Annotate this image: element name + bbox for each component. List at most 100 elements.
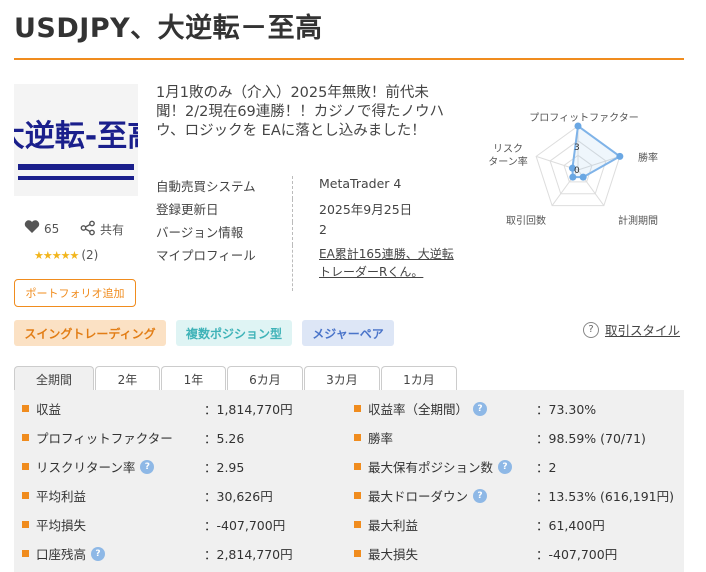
radar-chart: プロフィットファクター 勝率 計測期間 取引回数 リスク ターン率 3 0 [488, 112, 658, 227]
radar-scale-max: 3 [574, 143, 580, 153]
stat-value: ：98.59% (70/71) [536, 431, 646, 446]
info-label-profile: マイプロフィール [156, 248, 256, 263]
help-icon[interactable]: ? [91, 546, 106, 561]
stat-label: 最大利益 [368, 518, 419, 533]
help-icon[interactable]: ? [498, 459, 513, 474]
period-tabs: 全期間 2年 1年 6カ月 3カ月 1カ月 [14, 366, 458, 391]
bullet-icon [22, 550, 29, 557]
bullet-icon [354, 463, 361, 470]
bullet-icon [354, 405, 361, 412]
stat-value: ：2,814,770円 [204, 547, 293, 562]
bullet-icon [22, 463, 29, 470]
stat-row: 勝率 ：98.59% (70/71) [354, 423, 674, 452]
stat-row: リスクリターン率? ：2.95 [22, 452, 342, 481]
profile-link-line2[interactable]: トレーダーRくん。 [319, 265, 423, 279]
stat-row: 口座残高? ：2,814,770円 [22, 539, 342, 568]
page-title: USDJPY、大逆転－至高 [14, 13, 323, 44]
stat-row: 最大保有ポジション数? ：2 [354, 452, 674, 481]
stat-value: ：61,400円 [536, 518, 605, 533]
question-icon: ? [583, 321, 599, 338]
stats-left-column: 収益 ：1,814,770円プロフィットファクター ：5.26 リスクリターン率? ：2… [22, 394, 342, 568]
tab-1-year[interactable]: 1年 [161, 366, 226, 391]
stats-panel: 収益 ：1,814,770円プロフィットファクター ：5.26 リスクリターン率? ：2… [14, 390, 684, 572]
info-label-system: 自動売買システム [156, 179, 256, 194]
stat-row: 最大利益 ：61,400円 [354, 510, 674, 539]
share-icon [80, 220, 96, 239]
tag-swing-trading[interactable]: スイングトレーディング [14, 320, 166, 346]
stat-value: ：5.26 [204, 431, 245, 446]
radar-scale-min: 0 [574, 166, 580, 176]
info-value-updated: 2025年9月25日 [319, 202, 413, 217]
bullet-icon [354, 550, 361, 557]
stat-row: 最大ドローダウン? ：13.53% (616,191円) [354, 481, 674, 510]
help-icon[interactable]: ? [473, 488, 488, 503]
stat-value: ：2 [536, 460, 557, 475]
tag-multi-position[interactable]: 複数ポジション型 [176, 320, 292, 346]
bullet-icon [22, 405, 29, 412]
stat-label: プロフィットファクター [36, 431, 173, 446]
bullet-icon [354, 521, 361, 528]
info-value-version: 2 [319, 222, 327, 237]
tag-major-pair[interactable]: メジャーペア [302, 320, 394, 346]
radar-label-trades: 取引回数 [506, 214, 546, 227]
tab-1-month[interactable]: 1カ月 [381, 366, 457, 391]
stat-row: プロフィットファクター ：5.26 [22, 423, 342, 452]
stat-label: 最大保有ポジション数 [368, 460, 494, 475]
radar-point-win-rate [616, 152, 624, 160]
stat-label: 口座残高 [36, 547, 87, 562]
trade-style-link[interactable]: ? 取引スタイル [583, 320, 680, 339]
profile-link-line1[interactable]: EA累計165連勝、大逆転 [319, 247, 454, 261]
help-icon[interactable]: ? [140, 459, 155, 474]
add-portfolio-button[interactable]: ポートフォリオ追加 [14, 279, 136, 307]
stat-row: 平均損失 ：-407,700円 [22, 510, 342, 539]
tab-2-years[interactable]: 2年 [95, 366, 160, 391]
bullet-icon [22, 492, 29, 499]
help-icon[interactable]: ? [473, 401, 488, 416]
tab-6-months[interactable]: 6カ月 [227, 366, 303, 391]
stat-row: 収益率（全期間）? ：73.30% [354, 394, 674, 423]
stats-right-column: 収益率（全期間）? ：73.30% 勝率 ：98.59% (70/71) 最大保有ポジシ… [354, 394, 674, 568]
radar-point-period [579, 173, 587, 181]
share-button[interactable]: 共有 [80, 220, 124, 239]
heart-icon [24, 220, 40, 237]
product-image-text: 大逆転-至高 [14, 119, 138, 154]
radar-label-profit-factor: プロフィットファクター [529, 112, 638, 124]
bullet-icon [354, 492, 361, 499]
like-count: 65 [44, 221, 60, 236]
share-label: 共有 [100, 223, 125, 237]
stat-label: リスクリターン率 [36, 460, 136, 475]
rating[interactable]: ★★★★★ (2) [34, 248, 98, 262]
tab-3-months[interactable]: 3カ月 [304, 366, 380, 391]
bullet-icon [22, 521, 29, 528]
stat-label: 最大ドローダウン [368, 489, 469, 504]
bullet-icon [354, 434, 361, 441]
trade-style-label[interactable]: 取引スタイル [605, 320, 680, 339]
stat-label: 勝率 [368, 431, 394, 446]
profile-link[interactable]: EA累計165連勝、大逆転 トレーダーRくん。 [319, 245, 454, 281]
stat-value: ：2.95 [204, 460, 245, 475]
product-description: 1月1敗のみ（介入）2025年無敗！前代未聞！2/2現在69連勝！！カジノで得た… [156, 85, 444, 139]
rating-count: (2) [81, 248, 99, 262]
stat-label: 収益率（全期間） [368, 402, 469, 417]
stat-row: 最大損失 ：-407,700円 [354, 539, 674, 568]
tab-all-period[interactable]: 全期間 [14, 366, 94, 391]
radar-label-win-rate: 勝率 [638, 151, 658, 164]
radar-label-period: 計測期間 [618, 214, 658, 227]
bullet-icon [22, 434, 29, 441]
stat-value: ：13.53% (616,191円) [535, 489, 674, 504]
stat-row: 収益 ：1,814,770円 [22, 394, 342, 423]
stat-value: ：-407,700円 [536, 547, 618, 562]
info-label-updated: 登録更新日 [156, 202, 219, 217]
stat-value: ：1,814,770円 [204, 402, 293, 417]
stat-row: 平均利益 ：30,626円 [22, 481, 342, 510]
like-button[interactable]: 65 [24, 220, 59, 237]
stat-label: 収益 [36, 402, 62, 417]
star-rating-icon: ★★★★★ [34, 248, 79, 262]
product-image: 大逆転-至高 [14, 84, 138, 196]
radar-label-risk-return-1: リスク [493, 143, 523, 155]
info-value-system: MetaTrader 4 [319, 176, 402, 191]
stat-value: ：-407,700円 [204, 518, 286, 533]
stat-label: 平均損失 [36, 518, 87, 533]
stat-label: 最大損失 [368, 547, 419, 562]
title-divider [14, 58, 684, 60]
